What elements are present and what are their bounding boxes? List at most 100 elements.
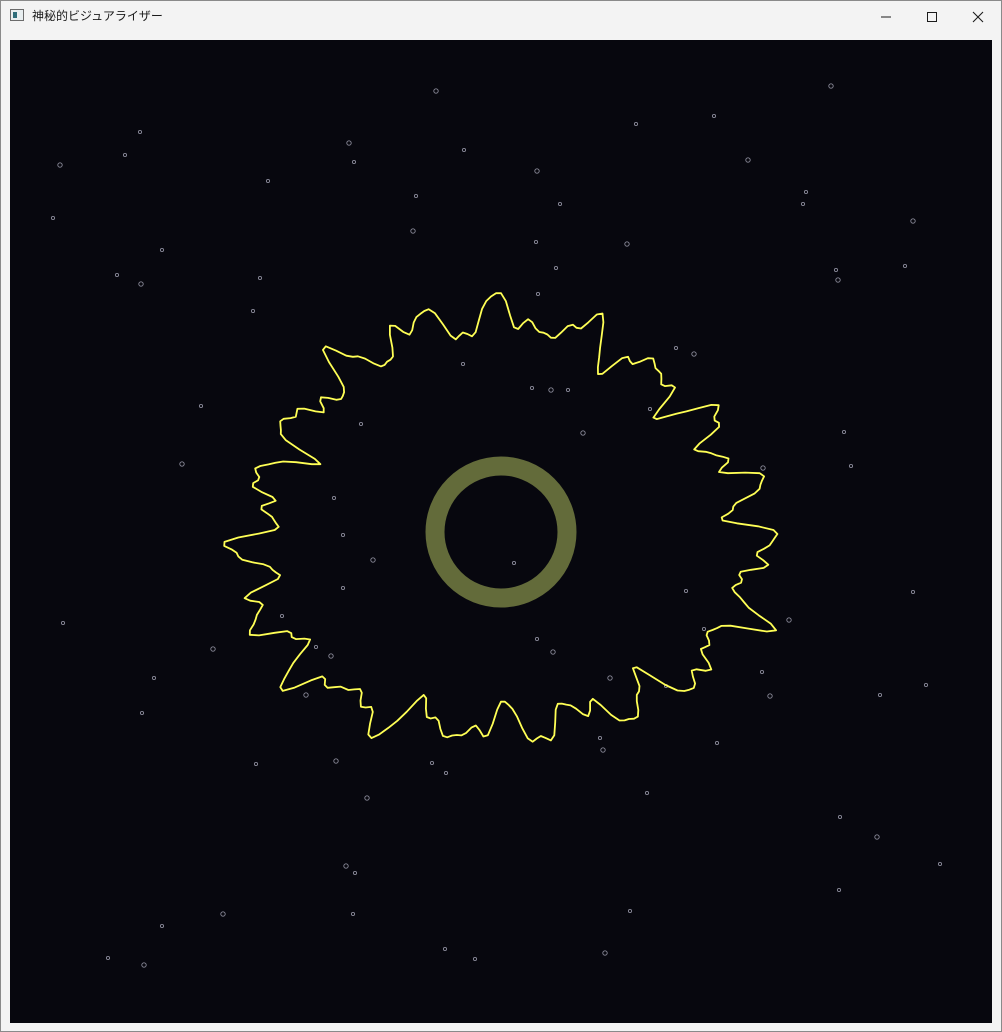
- star-dot: [303, 692, 309, 698]
- star-dot: [358, 421, 364, 427]
- star-dot: [159, 923, 165, 929]
- app-window: 神秘的ビジュアライザー: [0, 0, 1002, 1032]
- close-button[interactable]: [955, 1, 1001, 32]
- star-dot: [460, 361, 466, 367]
- star-dot: [910, 218, 916, 224]
- star-dot: [331, 495, 337, 501]
- star-dot: [352, 870, 358, 876]
- star-dot: [350, 911, 356, 917]
- star-dot: [220, 911, 226, 917]
- star-dot: [550, 649, 556, 655]
- app-window-icon: [10, 9, 24, 21]
- center-ring: [425, 456, 577, 608]
- star-dot: [413, 193, 419, 199]
- star-dot: [511, 560, 517, 566]
- star-dot: [443, 770, 449, 776]
- star-dot: [370, 557, 376, 563]
- star-dot: [833, 267, 839, 273]
- star-dot: [151, 675, 157, 681]
- star-dot: [410, 228, 416, 234]
- star-dot: [265, 178, 271, 184]
- star-dot: [683, 588, 689, 594]
- star-dot: [50, 215, 56, 221]
- star-dot: [60, 620, 66, 626]
- star-dot: [759, 669, 765, 675]
- star-dot: [472, 956, 478, 962]
- star-dot: [343, 863, 349, 869]
- star-dot: [602, 950, 608, 956]
- star-field: [50, 83, 943, 968]
- star-dot: [836, 887, 842, 893]
- star-dot: [580, 430, 586, 436]
- star-dot: [800, 201, 806, 207]
- star-dot: [139, 710, 145, 716]
- star-dot: [803, 189, 809, 195]
- star-dot: [529, 385, 535, 391]
- star-dot: [837, 814, 843, 820]
- star-dot: [535, 291, 541, 297]
- star-dot: [159, 247, 165, 253]
- star-dot: [691, 351, 697, 357]
- star-dot: [923, 682, 929, 688]
- waveform-outline: [223, 292, 779, 743]
- star-dot: [910, 589, 916, 595]
- star-dot: [597, 735, 603, 741]
- star-dot: [828, 83, 834, 89]
- star-dot: [141, 962, 147, 968]
- close-icon: [972, 11, 984, 22]
- star-dot: [745, 157, 751, 163]
- star-dot: [138, 281, 144, 287]
- title-bar[interactable]: 神秘的ビジュアライザー: [1, 1, 1001, 32]
- visualizer-svg: [50, 83, 943, 968]
- star-dot: [714, 740, 720, 746]
- star-dot: [841, 429, 847, 435]
- star-dot: [461, 147, 467, 153]
- star-dot: [179, 461, 185, 467]
- star-dot: [627, 908, 633, 914]
- star-dot: [533, 239, 539, 245]
- star-dot: [364, 795, 370, 801]
- minimize-icon: [881, 16, 891, 17]
- star-dot: [340, 585, 346, 591]
- star-dot: [786, 617, 792, 623]
- star-dot: [105, 955, 111, 961]
- star-dot: [333, 758, 339, 764]
- maximize-icon: [927, 11, 937, 22]
- star-dot: [711, 113, 717, 119]
- star-dot: [877, 692, 883, 698]
- star-dot: [122, 152, 128, 158]
- minimize-button[interactable]: [863, 1, 909, 32]
- star-dot: [198, 403, 204, 409]
- star-dot: [442, 946, 448, 952]
- star-dot: [253, 761, 259, 767]
- star-dot: [534, 168, 540, 174]
- star-dot: [767, 693, 773, 699]
- star-dot: [137, 129, 143, 135]
- star-dot: [279, 613, 285, 619]
- star-dot: [937, 861, 943, 867]
- maximize-button[interactable]: [909, 1, 955, 32]
- star-dot: [351, 159, 357, 165]
- star-dot: [433, 88, 439, 94]
- star-dot: [848, 463, 854, 469]
- star-dot: [548, 387, 554, 393]
- star-dot: [902, 263, 908, 269]
- star-dot: [553, 265, 559, 271]
- star-dot: [57, 162, 63, 168]
- star-dot: [429, 760, 435, 766]
- star-dot: [534, 636, 540, 642]
- star-dot: [250, 308, 256, 314]
- visualizer-canvas: [10, 40, 992, 1023]
- star-dot: [647, 406, 653, 412]
- star-dot: [673, 345, 679, 351]
- star-dot: [340, 532, 346, 538]
- star-dot: [633, 121, 639, 127]
- star-dot: [607, 675, 613, 681]
- star-dot: [257, 275, 263, 281]
- star-dot: [600, 747, 606, 753]
- star-dot: [760, 465, 766, 471]
- star-dot: [701, 626, 707, 632]
- star-dot: [557, 201, 563, 207]
- star-dot: [346, 140, 352, 146]
- star-dot: [313, 644, 319, 650]
